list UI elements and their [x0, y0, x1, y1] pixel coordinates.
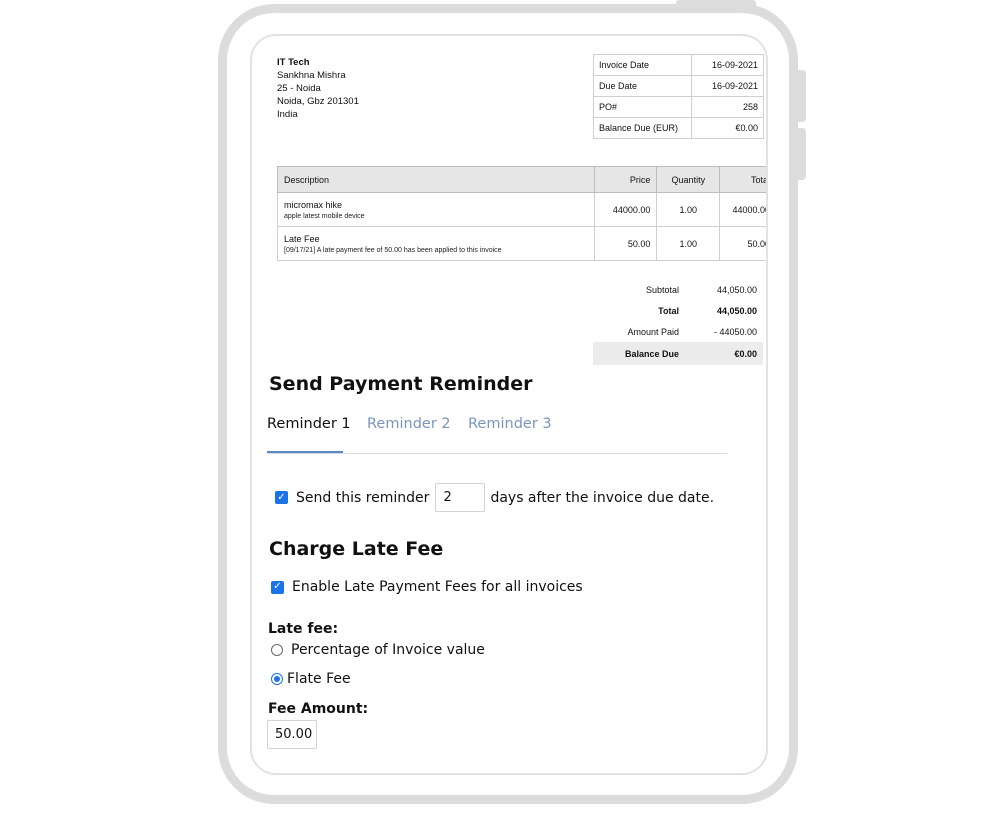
column-header-quantity: Quantity	[656, 166, 721, 193]
enable-late-fee-row: ✓ Enable Late Payment Fees for all invoi…	[271, 579, 583, 595]
fee-amount-input[interactable]: 50.00	[267, 720, 317, 749]
address-line: Sankhna Mishra	[277, 70, 346, 81]
item-subtitle: [09/17/21] A late payment fee of 50.00 h…	[284, 246, 502, 254]
late-fee-heading: Charge Late Fee	[269, 538, 444, 560]
address-line: 25 - Noida	[277, 83, 321, 94]
flat-fee-option-label: Flate Fee	[287, 671, 351, 687]
amount-paid-label: Amount Paid	[627, 326, 679, 337]
tab-reminder-2[interactable]: Reminder 2	[367, 416, 451, 432]
late-fee-label: Late fee:	[268, 621, 339, 637]
percentage-option-row: Percentage of Invoice value	[271, 642, 485, 658]
subtotal-label: Subtotal	[645, 284, 679, 295]
invoice-date-value: 16-09-2021	[691, 54, 764, 76]
send-reminder-row: ✓ Send this reminder 2 days after the in…	[275, 483, 714, 512]
send-reminder-label: Send this reminder	[296, 489, 430, 506]
tablet-side-button	[798, 128, 806, 180]
balance-due-row: Balance Due €0.00	[593, 342, 763, 365]
totals-table: Subtotal 44,050.00 Total 44,050.00 Amoun…	[593, 279, 763, 365]
subtotal-value: 44,050.00	[716, 284, 757, 295]
reminder-heading: Send Payment Reminder	[269, 373, 533, 395]
table-row: Due Date 16-09-2021	[592, 75, 764, 97]
reminder-days-suffix: days after the invoice due date.	[490, 489, 715, 506]
flat-fee-option-row: Flate Fee	[271, 671, 351, 687]
invoice-meta-table: Invoice Date 16-09-2021 Due Date 16-09-2…	[592, 54, 764, 139]
item-subtitle: apple latest mobile device	[284, 212, 365, 220]
column-header-price: Price	[593, 166, 658, 193]
column-header-description: Description	[277, 166, 595, 193]
address-line: Noida, Gbz 201301	[277, 96, 359, 107]
reminder-days-input[interactable]: 2	[435, 483, 486, 512]
item-total: 44000.00	[719, 192, 766, 227]
tab-reminder-3[interactable]: Reminder 3	[468, 416, 552, 432]
enable-late-fee-checkbox[interactable]: ✓	[271, 580, 284, 594]
balance-due-total-value: €0.00	[685, 342, 763, 365]
po-value: 258	[691, 96, 764, 118]
company-address: IT Tech Sankhna Mishra 25 - Noida Noida,…	[277, 56, 359, 121]
line-items-table: Description Price Quantity Total microma…	[277, 166, 766, 261]
tab-reminder-1[interactable]: Reminder 1	[267, 416, 351, 432]
item-title: micromax hike	[284, 199, 343, 210]
item-description: Late Fee [09/17/21] A late payment fee o…	[277, 226, 595, 261]
amount-paid-row: Amount Paid - 44050.00	[593, 321, 763, 342]
app-content: IT Tech Sankhna Mishra 25 - Noida Noida,…	[252, 36, 766, 773]
amount-paid-value: - 44050.00	[713, 326, 757, 337]
due-date-value: 16-09-2021	[691, 75, 764, 97]
percentage-radio[interactable]	[271, 644, 283, 656]
fee-amount-label: Fee Amount:	[268, 701, 369, 717]
table-row: PO# 258	[592, 96, 764, 118]
address-line: India	[277, 109, 298, 120]
tablet-side-button	[798, 70, 806, 122]
subtotal-row: Subtotal 44,050.00	[593, 279, 763, 300]
item-total: 50.00	[719, 226, 766, 261]
item-price: 44000.00	[593, 192, 658, 227]
balance-due-value: €0.00	[691, 117, 764, 139]
table-row: Invoice Date 16-09-2021	[592, 54, 764, 76]
company-name: IT Tech	[277, 57, 310, 68]
table-row: Balance Due (EUR) €0.00	[592, 117, 764, 139]
reminder-tabs: Reminder 1 Reminder 2 Reminder 3	[267, 411, 728, 454]
total-value: 44,050.00	[716, 305, 757, 316]
send-reminder-checkbox[interactable]: ✓	[275, 491, 288, 504]
percentage-option-label: Percentage of Invoice value	[291, 642, 485, 658]
item-title: Late Fee	[284, 233, 320, 244]
tablet-screen: IT Tech Sankhna Mishra 25 - Noida Noida,…	[250, 34, 768, 775]
invoice-date-label: Invoice Date	[592, 54, 693, 76]
table-row: Late Fee [09/17/21] A late payment fee o…	[277, 226, 766, 261]
due-date-label: Due Date	[592, 75, 693, 97]
column-header-total: Total	[719, 166, 766, 193]
total-row: Total 44,050.00	[593, 300, 763, 321]
active-tab-indicator	[267, 451, 343, 453]
po-label: PO#	[592, 96, 693, 118]
item-quantity: 1.00	[656, 226, 721, 261]
table-row: micromax hike apple latest mobile device…	[277, 192, 766, 227]
total-label: Total	[658, 305, 679, 316]
item-description: micromax hike apple latest mobile device	[277, 192, 595, 227]
enable-late-fee-label: Enable Late Payment Fees for all invoice…	[292, 579, 583, 595]
item-quantity: 1.00	[656, 192, 721, 227]
balance-due-label: Balance Due (EUR)	[592, 117, 693, 139]
balance-due-total-label: Balance Due	[593, 342, 685, 365]
table-header-row: Description Price Quantity Total	[277, 166, 766, 193]
item-price: 50.00	[593, 226, 658, 261]
flat-fee-radio[interactable]	[271, 673, 283, 685]
